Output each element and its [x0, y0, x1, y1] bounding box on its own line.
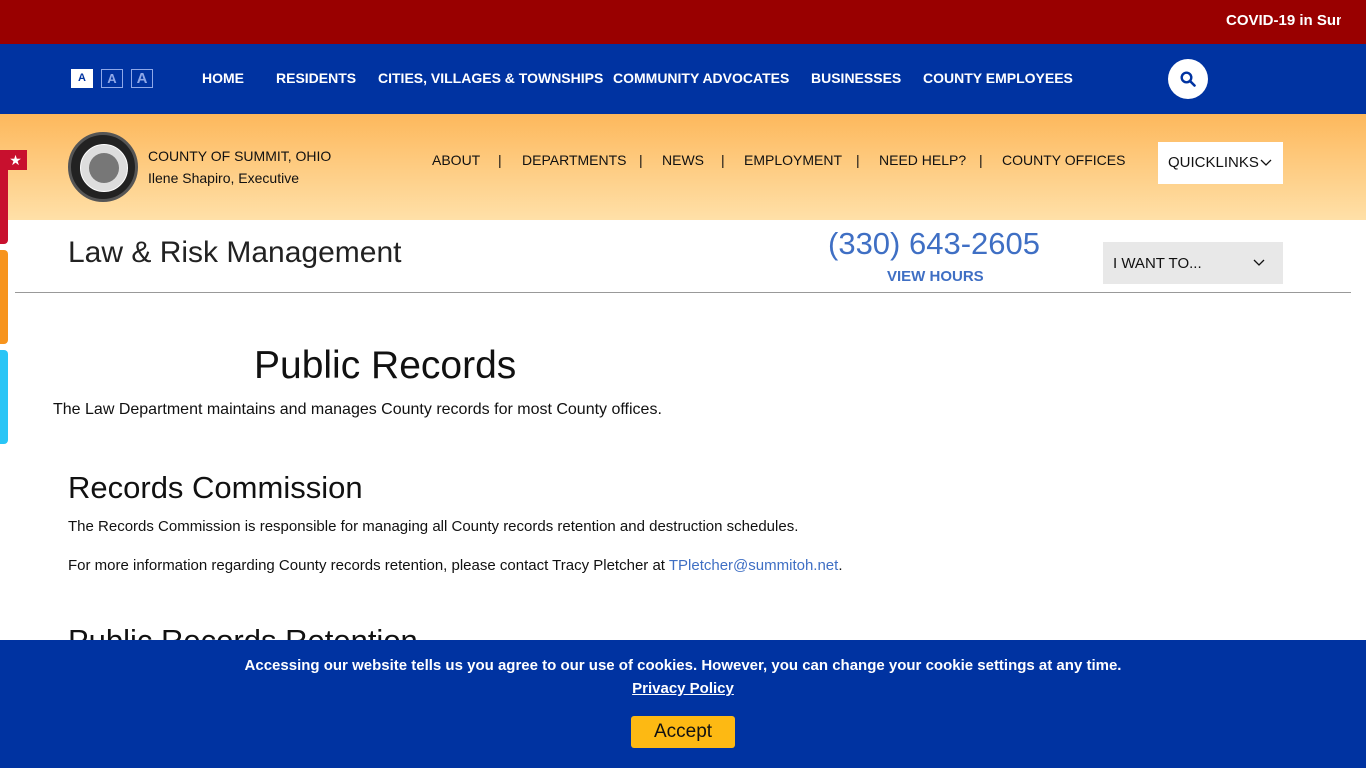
- subnav-separator: |: [721, 152, 725, 168]
- cookie-message: Accessing our website tells us you agree…: [244, 657, 1122, 674]
- cookie-banner: Accessing our website tells us you agree…: [0, 640, 1366, 768]
- records-commission-heading: Records Commission: [68, 470, 363, 505]
- email-link[interactable]: TPletcher@summitoh.net: [669, 557, 838, 574]
- subnav-item-news[interactable]: NEWS: [662, 152, 704, 168]
- nav-item-community-advocates[interactable]: COMMUNITY ADVOCATES: [613, 70, 789, 86]
- records-contact-paragraph: For more information regarding County re…: [68, 557, 842, 574]
- quicklinks-dropdown[interactable]: QUICKLINKS: [1158, 142, 1283, 184]
- nav-item-businesses[interactable]: BUSINESSES: [811, 70, 901, 86]
- font-size-medium-button[interactable]: A: [101, 69, 123, 88]
- seal-ring: [80, 144, 128, 192]
- nav-item-cities-villages-townships[interactable]: CITIES, VILLAGES & TOWNSHIPS: [378, 70, 603, 86]
- nav-item-residents[interactable]: RESIDENTS: [276, 70, 356, 86]
- font-size-large-button[interactable]: A: [131, 69, 153, 88]
- org-name[interactable]: COUNTY OF SUMMIT, OHIO: [148, 148, 331, 164]
- font-size-small-button[interactable]: A: [71, 69, 93, 88]
- search-icon: [1180, 71, 1196, 87]
- contact-text: For more information regarding County re…: [68, 557, 669, 574]
- contact-period: .: [838, 557, 843, 574]
- alert-ticker-text[interactable]: COVID-19 in Summit County: [1226, 12, 1341, 29]
- i-want-to-dropdown[interactable]: I WANT TO...: [1103, 242, 1283, 284]
- search-button[interactable]: [1168, 59, 1208, 99]
- star-icon[interactable]: ★: [4, 150, 27, 170]
- subnav-separator: |: [639, 152, 643, 168]
- subnav-separator: |: [856, 152, 860, 168]
- privacy-policy-wrapper: Privacy Policy: [0, 680, 1366, 698]
- header-divider: [15, 292, 1351, 293]
- subnav-item-employment[interactable]: EMPLOYMENT: [744, 152, 842, 168]
- nav-item-county-employees[interactable]: COUNTY EMPLOYEES: [923, 70, 1073, 86]
- records-commission-paragraph: The Records Commission is responsible fo…: [68, 518, 799, 535]
- side-tab-cyan[interactable]: [0, 350, 8, 444]
- accept-cookies-button[interactable]: Accept: [631, 716, 735, 748]
- org-executive: Ilene Shapiro, Executive: [148, 170, 299, 186]
- department-phone[interactable]: (330) 643-2605: [828, 226, 1040, 262]
- department-title: Law & Risk Management: [68, 236, 402, 269]
- subnav-item-need-help[interactable]: NEED HELP?: [879, 152, 966, 168]
- i-want-to-label: I WANT TO...: [1113, 255, 1202, 272]
- nav-item-home[interactable]: HOME: [202, 70, 244, 86]
- view-hours-link[interactable]: VIEW HOURS: [887, 268, 984, 285]
- privacy-policy-link[interactable]: Privacy Policy: [632, 680, 734, 697]
- subnav-item-about[interactable]: ABOUT: [432, 152, 480, 168]
- subnav-separator: |: [979, 152, 983, 168]
- quicklinks-label: QUICKLINKS: [1168, 154, 1259, 171]
- subnav-item-county-offices[interactable]: COUNTY OFFICES: [1002, 152, 1125, 168]
- seal-center: [89, 153, 119, 183]
- alert-bar: COVID-19 in Summit County: [0, 0, 1366, 44]
- subnav-separator: |: [498, 152, 502, 168]
- main-nav: A A A HOME RESIDENTS CITIES, VILLAGES & …: [0, 44, 1366, 114]
- subnav-item-departments[interactable]: DEPARTMENTS: [522, 152, 627, 168]
- site-header: COUNTY OF SUMMIT, OHIO Ilene Shapiro, Ex…: [0, 114, 1366, 220]
- intro-paragraph: The Law Department maintains and manages…: [53, 401, 662, 418]
- chevron-down-icon: [1260, 159, 1272, 166]
- font-size-controls: A A A: [71, 69, 153, 88]
- side-tab-orange[interactable]: [0, 250, 8, 344]
- page-title: Public Records: [254, 344, 517, 387]
- chevron-down-icon: [1253, 259, 1265, 266]
- county-seal-logo[interactable]: [68, 132, 138, 202]
